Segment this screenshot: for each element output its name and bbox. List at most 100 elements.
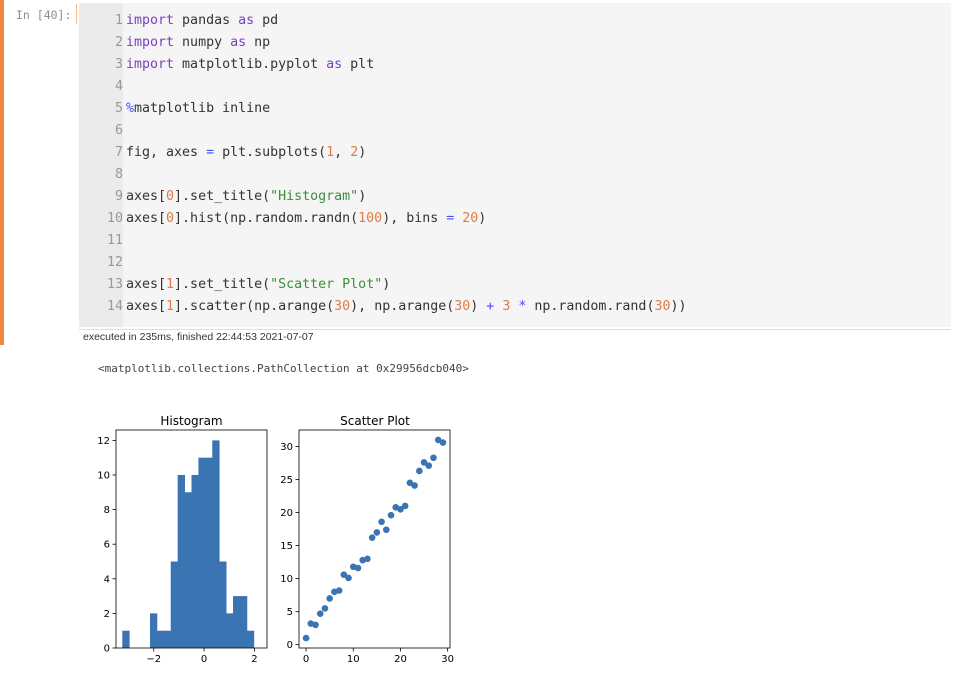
- code-line[interactable]: 6: [79, 120, 939, 142]
- code-line[interactable]: 7 fig, axes = plt.subplots(1, 2): [79, 142, 939, 164]
- line-number: 2: [114, 35, 123, 50]
- histogram-bar: [198, 457, 206, 648]
- histogram-ytick-label: 0: [104, 644, 110, 655]
- histogram-bar: [212, 440, 220, 648]
- output-text: <matplotlib.collections.PathCollection a…: [98, 362, 469, 375]
- histogram-bar: [177, 474, 185, 648]
- code-line[interactable]: 5 %matplotlib inline: [79, 98, 939, 120]
- histogram-bar: [233, 596, 241, 648]
- code-cell[interactable]: In [40]: 1 import pandas as pd 2 import num…: [0, 0, 966, 345]
- scatter-point: [416, 467, 423, 475]
- scatter-point: [397, 505, 404, 513]
- scatter-point: [340, 571, 348, 578]
- histogram-bar: [163, 630, 172, 648]
- code-editor[interactable]: 1 import pandas as pd 2 import numpy as np 3…: [79, 3, 951, 327]
- code-text: axes[1].scatter(np.arange(30), np.arange…: [126, 299, 687, 314]
- cell-prompt: In [40]:: [16, 8, 72, 22]
- line-number: 11: [106, 233, 123, 248]
- histogram-xtick-label: 2: [251, 654, 257, 665]
- histogram-ytick-label: 4: [104, 574, 110, 585]
- histogram-bar: [226, 613, 234, 648]
- scatter-ytick-label: 20: [280, 508, 293, 519]
- cell-footer-divider: [79, 329, 951, 330]
- code-line[interactable]: 14 axes[1].scatter(np.arange(30), np.aran…: [79, 296, 939, 318]
- line-number: 7: [114, 145, 123, 160]
- scatter-point: [434, 436, 442, 444]
- histogram-ytick-label: 10: [97, 470, 110, 481]
- code-text: axes[1].set_title("Scatter Plot"): [126, 277, 391, 292]
- scatter-point: [335, 587, 343, 594]
- execution-info: executed in 235ms, finished 22:44:53 202…: [83, 331, 314, 343]
- scatter-point: [302, 634, 310, 642]
- cell-selection-bar: [0, 0, 4, 345]
- line-number: 13: [106, 277, 123, 292]
- scatter-xtick-label: 30: [441, 654, 454, 665]
- scatter-point: [425, 462, 433, 469]
- histogram-bar: [246, 630, 255, 648]
- scatter-point: [411, 482, 418, 489]
- code-line[interactable]: 11: [79, 230, 939, 252]
- code-text: fig, axes = plt.subplots(1, 2): [126, 145, 367, 160]
- histogram-bar: [191, 474, 199, 648]
- line-number: 9: [114, 189, 123, 204]
- scatter-ytick-label: 5: [287, 607, 293, 618]
- line-number: 10: [106, 211, 123, 226]
- scatter-point: [349, 563, 357, 571]
- code-line[interactable]: 10 axes[0].hist(np.random.randn(100), bin…: [79, 208, 939, 230]
- histogram-bar: [205, 457, 213, 648]
- line-number: 6: [114, 123, 123, 138]
- scatter-point: [331, 588, 338, 596]
- scatter-ytick-label: 15: [280, 541, 293, 552]
- histogram-bar: [156, 630, 165, 648]
- histogram-bar: [170, 561, 179, 648]
- line-number: 5: [114, 101, 123, 116]
- histogram-plot: −2 0 2 0 2 4 6 8 10 12: [97, 429, 268, 665]
- scatter-ytick-label: 30: [280, 442, 293, 453]
- scatter-point: [326, 595, 333, 602]
- histogram-bar: [184, 492, 192, 648]
- scatter-point: [382, 526, 390, 534]
- histogram-xtick-label: −2: [146, 654, 161, 665]
- histogram-xtick-label: 0: [201, 654, 207, 665]
- scatter-point: [378, 518, 385, 526]
- scatter-point: [312, 621, 319, 629]
- scatter-point: [401, 502, 409, 510]
- scatter-point: [316, 610, 324, 617]
- scatter-point: [364, 555, 371, 563]
- scatter-point: [439, 439, 447, 446]
- histogram-axes-frame: [115, 429, 268, 649]
- histogram-bar: [219, 561, 227, 648]
- code-line[interactable]: 13 axes[1].set_title("Scatter Plot"): [79, 274, 939, 296]
- scatter-xtick-label: 10: [347, 654, 360, 665]
- scatter-ytick-label: 10: [280, 574, 293, 585]
- code-line[interactable]: 4: [79, 76, 939, 98]
- code-line[interactable]: 8: [79, 164, 939, 186]
- line-number: 4: [114, 79, 123, 94]
- code-line[interactable]: 3 import matplotlib.pyplot as plt: [79, 54, 939, 76]
- scatter-point: [368, 534, 376, 541]
- scatter-point: [420, 459, 428, 466]
- scatter-axes-frame: [298, 429, 451, 649]
- scatter-plot: 0 10 20 30 0 5 10 15 20 25 30: [280, 429, 454, 665]
- histogram-ytick-label: 8: [104, 505, 110, 516]
- scatter-point: [373, 529, 381, 536]
- line-number: 1: [114, 13, 123, 28]
- scatter-xtick-label: 0: [303, 654, 309, 665]
- code-line[interactable]: 1 import pandas as pd: [79, 10, 939, 32]
- code-text: axes[0].hist(np.random.randn(100), bins …: [126, 211, 487, 226]
- histogram-ytick-label: 12: [97, 436, 110, 447]
- scatter-point: [321, 605, 329, 612]
- scatter-ytick-label: 25: [280, 475, 293, 486]
- code-text: axes[0].set_title("Histogram"): [126, 189, 367, 204]
- line-number: 3: [114, 57, 123, 72]
- histogram-bar: [122, 630, 130, 648]
- scatter-title: Scatter Plot: [340, 414, 410, 428]
- code-line[interactable]: 2 import numpy as np: [79, 32, 939, 54]
- scatter-point: [392, 503, 400, 511]
- line-number: 8: [114, 167, 123, 182]
- code-text: import pandas as pd: [126, 13, 279, 28]
- scatter-point: [387, 511, 395, 519]
- line-number: 14: [106, 299, 123, 314]
- code-line[interactable]: 12: [79, 252, 939, 274]
- code-line[interactable]: 9 axes[0].set_title("Histogram"): [79, 186, 939, 208]
